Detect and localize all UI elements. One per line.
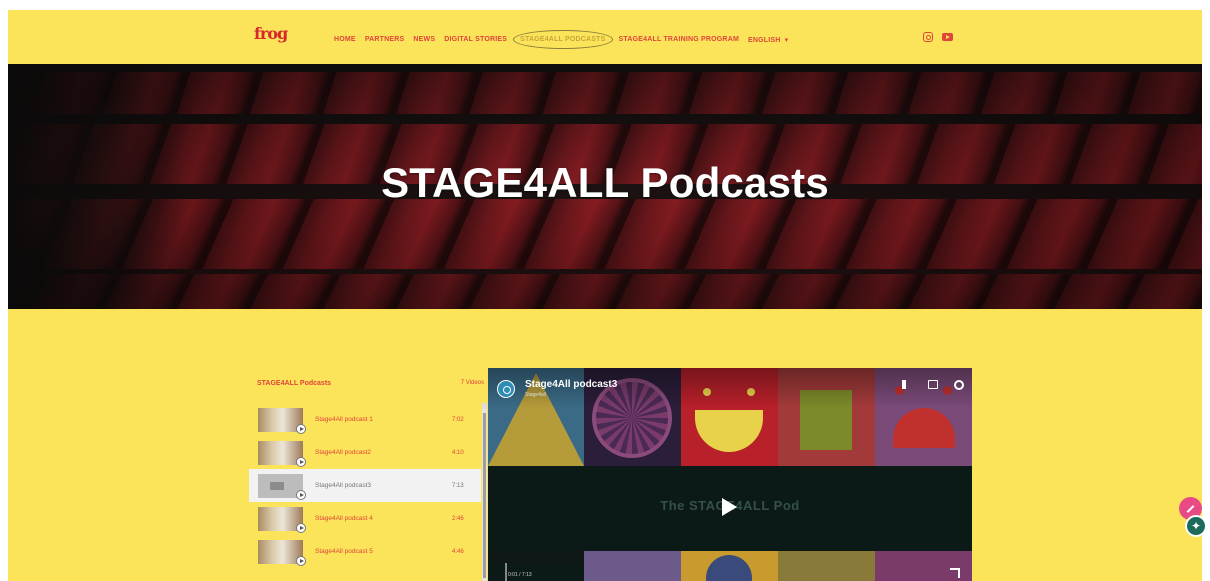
artwork-smile <box>695 410 763 452</box>
playlist-item-duration: 7:02 <box>452 416 464 423</box>
play-icon[interactable] <box>722 498 737 516</box>
nav-news[interactable]: NEWS <box>413 36 435 43</box>
site-header: frog HOME PARTNERS NEWS DIGITAL STORIES … <box>8 10 1202 64</box>
video-thumbnail <box>258 539 306 566</box>
video-artwork-bottom <box>584 551 972 581</box>
playlist-item-duration: 2:46 <box>452 515 464 522</box>
playlist-item[interactable]: Stage4All podcast 4 2:46 <box>249 502 481 535</box>
page: frog HOME PARTNERS NEWS DIGITAL STORIES … <box>8 10 1202 581</box>
playlist-item-active[interactable]: Stage4All podcast3 7:13 <box>249 469 481 502</box>
video-player[interactable]: The STAGE4ALL Pod 0:01 / 7:13 Stage4All … <box>488 368 972 581</box>
playlist-item-title: Stage4All podcast 5 <box>315 548 373 555</box>
social-links <box>923 32 953 42</box>
logo-text: frog <box>254 24 288 43</box>
main-nav: HOME PARTNERS NEWS DIGITAL STORIES STAGE… <box>334 30 797 49</box>
playlist-title[interactable]: STAGE4ALL Podcasts <box>257 380 331 387</box>
video-controls <box>902 380 964 390</box>
play-icon <box>296 456 306 467</box>
nav-partners[interactable]: PARTNERS <box>365 36 405 43</box>
artwork-tile <box>778 551 875 581</box>
accessibility-icon[interactable]: ✦ <box>1185 515 1207 537</box>
video-channel[interactable]: Stage4all <box>525 392 546 398</box>
artwork-frown <box>893 408 955 448</box>
video-thumbnail <box>258 440 306 467</box>
video-title[interactable]: Stage4All podcast3 <box>525 379 617 390</box>
chevron-down-icon: ▾ <box>784 36 789 44</box>
playlist-item-title: Stage4All podcast 1 <box>315 416 373 423</box>
video-bottom-bar <box>488 563 584 581</box>
playlist-count: 7 Videos <box>460 380 484 386</box>
volume-icon[interactable] <box>902 380 912 389</box>
playlist-item-title: Stage4All podcast 4 <box>315 515 373 522</box>
playlist-item-duration: 4:10 <box>452 449 464 456</box>
video-time: 0:01 / 7:13 <box>508 572 532 578</box>
playlist-item-duration: 4:46 <box>452 548 464 555</box>
settings-icon[interactable] <box>954 380 964 390</box>
hero-banner: STAGE4ALL Podcasts <box>8 64 1202 309</box>
fullscreen-icon[interactable] <box>950 568 960 578</box>
nav-digital-stories[interactable]: DIGITAL STORIES <box>444 36 507 43</box>
artwork-tile <box>584 551 681 581</box>
playlist-scrollbar[interactable] <box>482 403 487 581</box>
artwork-tile <box>681 551 778 581</box>
site-logo[interactable]: frog <box>254 24 288 43</box>
thumbnail-placeholder <box>270 481 284 490</box>
play-icon <box>296 555 306 566</box>
playlist-item[interactable]: Stage4All podcast 1 7:02 <box>249 403 481 436</box>
playlist-item-title: Stage4All podcast2 <box>315 449 372 456</box>
channel-avatar-icon[interactable] <box>497 380 515 398</box>
video-thumbnail <box>258 407 306 434</box>
captions-icon[interactable] <box>928 380 938 389</box>
playlist-item[interactable]: Stage4All podcast2 4:10 <box>249 436 481 469</box>
playlist-item-title: Stage4All podcast3 <box>315 482 372 489</box>
nav-language[interactable]: ENGLISH ▾ <box>748 36 788 44</box>
language-label: ENGLISH <box>747 36 781 44</box>
scroll-up-arrow[interactable] <box>482 403 487 409</box>
page-title: STAGE4ALL Podcasts <box>381 159 829 206</box>
nav-training-program[interactable]: STAGE4ALL TRAINING PROGRAM <box>619 36 739 43</box>
video-playlist: STAGE4ALL Podcasts 7 Videos Stage4All po… <box>249 368 488 581</box>
nav-podcasts[interactable]: STAGE4ALL PODCASTS <box>513 30 613 49</box>
nav-home[interactable]: HOME <box>334 36 356 43</box>
video-thumbnail <box>258 473 306 500</box>
play-icon <box>296 522 306 533</box>
instagram-icon[interactable] <box>923 32 933 42</box>
scrollbar-thumb[interactable] <box>483 413 486 578</box>
playlist-item-duration: 7:13 <box>452 482 464 489</box>
video-thumbnail <box>258 506 306 533</box>
playlist-items: Stage4All podcast 1 7:02 Stage4All podca… <box>249 403 481 568</box>
progress-bar[interactable] <box>505 563 507 581</box>
play-icon <box>296 423 306 434</box>
playlist-header: STAGE4ALL Podcasts 7 Videos <box>257 380 484 387</box>
play-icon <box>296 489 306 500</box>
youtube-icon[interactable] <box>942 33 953 41</box>
playlist-item[interactable]: Stage4All podcast 5 4:46 <box>249 535 481 568</box>
